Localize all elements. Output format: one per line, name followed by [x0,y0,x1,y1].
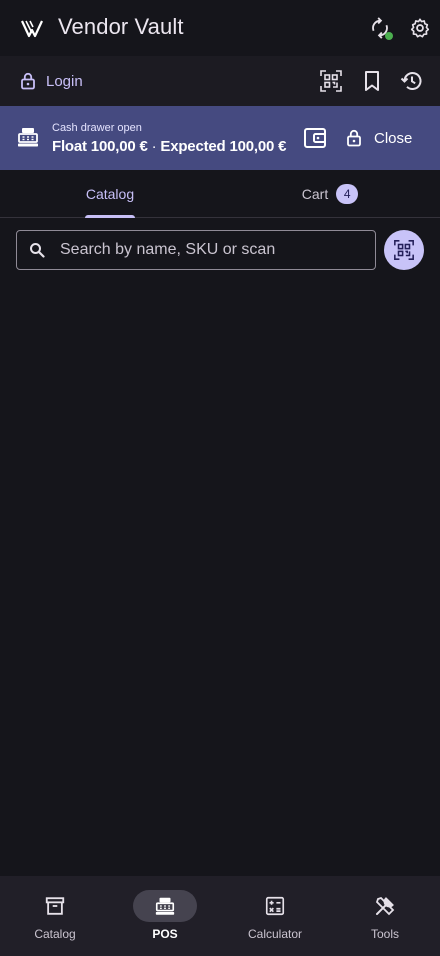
tab-catalog[interactable]: Catalog [0,170,220,218]
secondary-toolbar: Login [0,56,440,106]
close-drawer-label: Close [374,129,413,147]
nav-item-pos[interactable]: POS [110,876,220,956]
nav-tools-icon-container [353,890,417,922]
app-root: Vendor Vault Login Cash drawer open Floa… [0,0,440,956]
lock-icon [21,72,35,90]
active-tab-indicator [85,215,135,218]
lock-icon [347,129,361,147]
login-label: Login [46,72,83,90]
tab-bar: Catalog Cart 4 [0,170,440,218]
bottom-navigation: Catalog POS Calculator Tools [0,876,440,956]
nav-calculator-label: Calculator [247,927,303,941]
nav-catalog-label: Catalog [34,927,76,941]
qr-scan-icon [394,240,414,260]
bookmark-button[interactable] [359,68,385,94]
nav-item-tools[interactable]: Tools [330,876,440,956]
tools-icon [375,896,395,916]
gear-icon [410,18,430,38]
tab-catalog-label: Catalog [85,186,135,202]
history-button[interactable] [399,68,425,94]
drawer-float-value: Float 100,00 € [52,138,148,155]
search-icon [30,243,45,258]
nav-pos-label: POS [152,927,178,941]
bookmark-icon [365,71,379,91]
login-button[interactable]: Login [20,69,83,93]
archive-box-icon [45,897,65,915]
cash-register-icon [18,128,38,147]
drawer-separator: · [151,138,157,155]
nav-item-calculator[interactable]: Calculator [220,876,330,956]
app-title: Vendor Vault [58,14,184,39]
drawer-amounts: Float 100,00 € · Expected 100,00 € [52,138,286,155]
nav-catalog-icon-container [23,890,87,922]
close-drawer-button[interactable]: Close [346,126,412,150]
sync-status-dot [385,32,393,40]
cart-count-badge: 4 [336,184,359,204]
drawer-status-label: Cash drawer open [52,122,142,134]
vendor-vault-logo-icon [21,20,43,38]
drawer-expected-value: Expected 100,00 € [160,138,287,155]
cash-movement-button[interactable] [302,125,328,151]
sync-button[interactable] [366,14,394,42]
search-input[interactable] [60,231,360,269]
nav-item-catalog[interactable]: Catalog [0,876,110,956]
search-field[interactable] [16,230,376,270]
tab-cart[interactable]: Cart 4 [220,170,440,218]
top-app-bar: Vendor Vault [0,0,440,56]
cash-drawer-banner: Cash drawer open Float 100,00 € · Expected… [0,106,440,170]
nav-pos-icon-container [133,890,197,922]
settings-button[interactable] [406,14,434,42]
cash-register-icon [155,897,175,915]
nav-calculator-icon-container [243,890,307,922]
qr-scan-button[interactable] [318,68,344,94]
qr-scan-icon [320,70,342,92]
tab-cart-label: Cart [301,186,329,202]
scan-barcode-button[interactable] [384,230,424,270]
calculator-icon [265,896,285,916]
wallet-icon [304,128,326,148]
nav-tools-label: Tools [370,927,399,941]
history-icon [400,72,422,90]
